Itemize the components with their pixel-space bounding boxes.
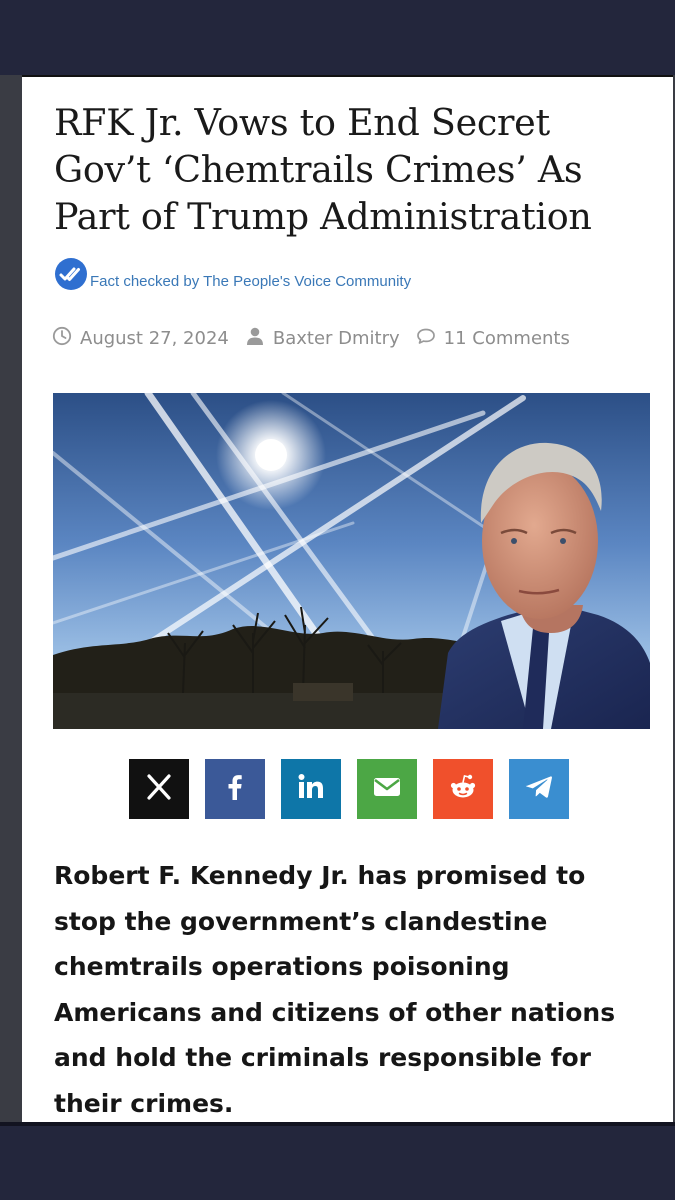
share-facebook-button[interactable] [205,759,265,819]
telegram-icon [523,771,555,807]
screen-top-band [0,0,675,75]
linkedin-icon [295,771,327,807]
meta-date-text: August 27, 2024 [80,327,229,349]
share-telegram-button[interactable] [509,759,569,819]
share-reddit-button[interactable] [433,759,493,819]
hero-image [53,393,650,729]
screen-bottom-band [0,1122,675,1200]
double-check-icon [54,257,88,291]
article-title: RFK Jr. Vows to End Secret Gov’t ‘Chemtr… [54,101,592,238]
fact-check-text[interactable]: Fact checked by The People's Voice Commu… [90,273,411,290]
facebook-icon [219,771,251,807]
user-icon [245,326,273,351]
meta-comments-text[interactable]: 11 Comments [444,328,570,349]
article-card: RFK Jr. Vows to End Secret Gov’t ‘Chemtr… [22,75,673,1122]
comment-icon [416,326,444,351]
envelope-icon [371,771,403,807]
reddit-icon [447,771,479,807]
article-lead-paragraph: Robert F. Kennedy Jr. has promised to st… [54,861,616,1118]
share-bar [129,759,569,819]
meta-author[interactable]: Baxter Dmitry [245,326,400,351]
meta-comments[interactable]: 11 Comments [416,326,570,351]
share-email-button[interactable] [357,759,417,819]
share-x-button[interactable] [129,759,189,819]
screen-left-strip [0,75,22,1122]
meta-author-text[interactable]: Baxter Dmitry [273,328,400,349]
clock-icon [52,326,80,351]
meta-date: August 27, 2024 [52,326,229,351]
x-icon [143,771,175,807]
article-meta: August 27, 2024 Baxter Dmitry 11 Comment… [52,325,570,351]
share-linkedin-button[interactable] [281,759,341,819]
